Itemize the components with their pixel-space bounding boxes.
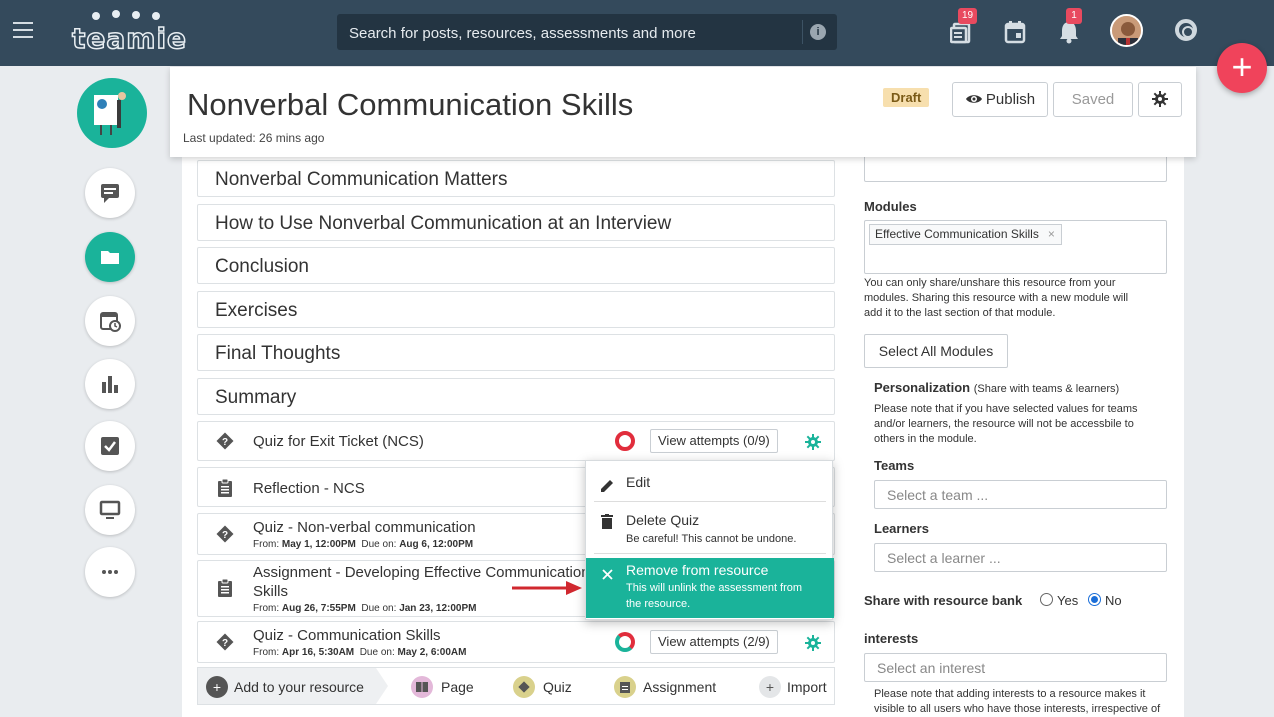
add-to-resource-label-area: + Add to your resource: [198, 668, 388, 704]
rail-present-button[interactable]: [85, 485, 135, 535]
info-icon[interactable]: i: [810, 24, 826, 40]
menu-item-remove-from-resource[interactable]: Remove from resource This will unlink th…: [586, 558, 834, 618]
plus-circle-icon: +: [759, 676, 781, 698]
teams-select[interactable]: Select a team ...: [874, 480, 1167, 509]
discussion-icon: [101, 184, 119, 203]
select-all-modules-button[interactable]: Select All Modules: [864, 334, 1008, 368]
item-settings-gear-icon[interactable]: [805, 635, 821, 651]
attempt-status-ring: [615, 632, 635, 652]
top-navigation-bar: teamie Search for posts, resources, asse…: [0, 0, 1274, 66]
attempt-status-ring: [615, 431, 635, 451]
rail-discussion-button[interactable]: [85, 168, 135, 218]
annotation-arrow: [512, 581, 582, 595]
rail-resources-button[interactable]: [85, 232, 135, 282]
quiz-diamond-icon: ?: [216, 633, 234, 651]
page-title: Nonverbal Communication Skills: [187, 87, 634, 122]
section-row[interactable]: Conclusion: [197, 247, 835, 284]
module-chip: Effective Communication Skills ×: [869, 224, 1062, 245]
eye-icon: [965, 95, 982, 103]
view-attempts-button[interactable]: View attempts (2/9): [650, 630, 778, 654]
section-row[interactable]: Exercises: [197, 291, 835, 328]
interests-select[interactable]: Select an interest: [864, 653, 1167, 682]
settings-button[interactable]: [1138, 82, 1182, 117]
resources-badge: 19: [958, 8, 978, 24]
status-badge: Draft: [883, 88, 930, 107]
teams-label: Teams: [874, 458, 915, 473]
assessment-row-quiz[interactable]: ? Quiz for Exit Ticket (NCS) View attemp…: [197, 421, 835, 461]
personalization-heading: Personalization (Share with teams & lear…: [874, 380, 1120, 395]
notifications-badge: 1: [1066, 8, 1082, 24]
item-dates: From: Apr 16, 5:30AM Due on: May 2, 6:00…: [253, 647, 467, 658]
calendar-icon[interactable]: [1004, 20, 1026, 44]
section-row[interactable]: Summary: [197, 378, 835, 415]
plus-circle-icon: +: [206, 676, 228, 698]
item-settings-gear-icon[interactable]: [805, 434, 821, 450]
rail-analytics-button[interactable]: [85, 359, 135, 409]
rail-schedule-button[interactable]: [85, 296, 135, 346]
quiz-diamond-icon: ?: [216, 432, 234, 450]
folder-icon: [101, 251, 119, 264]
section-row[interactable]: Nonverbal Communication Matters: [197, 160, 835, 197]
interests-label: interests: [864, 631, 919, 646]
learners-label: Learners: [874, 521, 929, 536]
trash-icon: [601, 514, 613, 529]
quiz-diamond-icon: [513, 676, 535, 698]
help-lifebuoy-icon[interactable]: [1175, 19, 1197, 41]
search-placeholder: Search for posts, resources, assessments…: [349, 25, 696, 42]
resource-cover-image: [77, 78, 147, 148]
item-dates: From: May 1, 12:00PM Due on: Aug 6, 12:0…: [253, 539, 474, 550]
search-bar[interactable]: Search for posts, resources, assessments…: [337, 14, 837, 50]
personalization-note: Please note that if you have selected va…: [874, 403, 1138, 445]
search-divider: [802, 20, 803, 44]
user-avatar[interactable]: [1110, 14, 1143, 47]
svg-text:?: ?: [222, 437, 228, 448]
checkbox-icon: [101, 437, 119, 455]
menu-item-edit[interactable]: Edit: [594, 468, 826, 502]
more-dots-icon: [102, 570, 118, 574]
monitor-icon: [99, 500, 121, 519]
bar-chart-icon: [102, 376, 118, 393]
menu-icon[interactable]: [13, 22, 33, 38]
share-bank-no-radio[interactable]: [1088, 593, 1101, 606]
calendar-clock-icon: [100, 312, 121, 332]
rail-tasks-button[interactable]: [85, 421, 135, 471]
section-row[interactable]: Final Thoughts: [197, 334, 835, 371]
assessment-context-menu: Edit Delete Quiz Be careful! This cannot…: [585, 460, 834, 620]
close-icon: [602, 569, 613, 580]
menu-item-delete-quiz[interactable]: Delete Quiz Be careful! This cannot be u…: [594, 504, 826, 554]
teamie-logo[interactable]: teamie: [71, 8, 187, 56]
resource-header: Nonverbal Communication Skills Last upda…: [170, 67, 1196, 157]
share-resource-bank-label: Share with resource bank: [864, 593, 1023, 608]
view-attempts-button[interactable]: View attempts (0/9): [650, 429, 778, 453]
page-book-icon: [411, 676, 433, 698]
assignment-clipboard-icon: [218, 578, 232, 597]
publish-button[interactable]: Publish: [952, 82, 1048, 117]
saved-button[interactable]: Saved: [1053, 82, 1133, 117]
modules-note: You can only share/unshare this resource…: [864, 277, 1129, 319]
item-dates: From: Aug 26, 7:55PM Due on: Jan 23, 12:…: [253, 603, 477, 614]
chip-remove-icon[interactable]: ×: [1048, 225, 1055, 244]
learners-select[interactable]: Select a learner ...: [874, 543, 1167, 572]
pencil-icon: [601, 480, 613, 492]
last-updated: Last updated: 26 mins ago: [183, 131, 325, 145]
rail-more-button[interactable]: [85, 547, 135, 597]
add-to-resource-bar: + Add to your resource Page Quiz Assignm…: [197, 667, 835, 705]
section-row[interactable]: How to Use Nonverbal Communication at an…: [197, 204, 835, 241]
assignment-clipboard-icon: [218, 478, 232, 497]
share-bank-yes-label: Yes: [1057, 593, 1079, 608]
modules-label: Modules: [864, 199, 917, 214]
share-bank-no-label: No: [1105, 593, 1122, 608]
share-bank-yes-radio[interactable]: [1040, 593, 1053, 606]
gear-icon: [1152, 91, 1168, 107]
assignment-clipboard-icon: [614, 676, 636, 698]
interests-note: Please note that adding interests to a r…: [874, 688, 1161, 715]
quiz-diamond-icon: ?: [216, 525, 234, 543]
assessment-row-quiz[interactable]: ? Quiz - Communication Skills From: Apr …: [197, 621, 835, 663]
svg-text:?: ?: [222, 638, 228, 649]
svg-text:?: ?: [222, 530, 228, 541]
create-fab-button[interactable]: +: [1217, 43, 1267, 93]
